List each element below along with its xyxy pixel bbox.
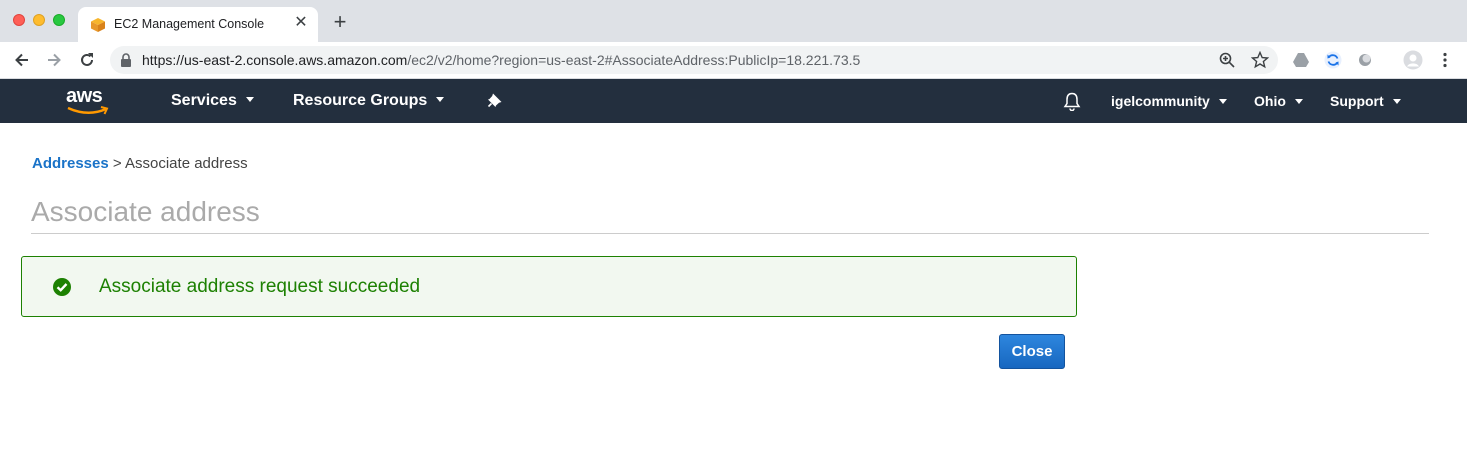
alert-message: Associate address request succeeded [99, 276, 421, 297]
chevron-down-icon [436, 97, 445, 103]
window-minimize-icon[interactable] [33, 14, 45, 26]
chevron-down-icon [245, 97, 254, 103]
resource-groups-label: Resource Groups [293, 92, 428, 109]
lock-icon [121, 53, 131, 67]
browser-tab-strip: EC2 Management Console ✕ + [0, 0, 1467, 42]
breadcrumb: Addresses > Associate address [32, 155, 248, 172]
menu-kebab-icon[interactable] [1436, 51, 1454, 69]
circle-extension-icon[interactable] [1356, 51, 1374, 69]
account-menu[interactable]: igelcommunity [1111, 93, 1227, 109]
support-label: Support [1330, 93, 1384, 109]
aws-logo[interactable]: aws [66, 85, 112, 117]
bell-icon[interactable] [1063, 92, 1081, 111]
browser-tab[interactable]: EC2 Management Console ✕ [78, 7, 318, 42]
region-menu[interactable]: Ohio [1254, 93, 1303, 109]
url-text[interactable]: https://us-east-2.console.aws.amazon.com… [142, 52, 860, 68]
browser-toolbar: https://us-east-2.console.aws.amazon.com… [0, 42, 1467, 79]
breadcrumb-current: Associate address [125, 155, 248, 172]
breadcrumb-link-addresses[interactable]: Addresses [32, 155, 109, 172]
window-close-icon[interactable] [13, 14, 25, 26]
window-maximize-icon[interactable] [53, 14, 65, 26]
aws-cube-favicon-icon [91, 18, 105, 32]
sync-extension-icon[interactable] [1324, 51, 1342, 69]
resource-groups-menu[interactable]: Resource Groups [293, 92, 445, 110]
zoom-icon[interactable] [1218, 51, 1236, 69]
tab-title: EC2 Management Console [114, 17, 265, 31]
region-label: Ohio [1254, 93, 1286, 109]
aws-smile-icon [67, 106, 109, 115]
chevron-down-icon [1392, 98, 1401, 104]
profile-avatar-icon[interactable] [1403, 50, 1423, 70]
account-label: igelcommunity [1111, 93, 1210, 109]
pin-icon[interactable] [487, 92, 503, 108]
chevron-down-icon [1218, 98, 1227, 104]
bookmark-star-icon[interactable] [1251, 51, 1269, 69]
breadcrumb-separator: > [112, 155, 122, 172]
success-alert: Associate address request succeeded [21, 256, 1077, 317]
services-menu[interactable]: Services [171, 92, 254, 110]
page-title: Associate address [31, 196, 260, 227]
title-divider [31, 233, 1429, 234]
address-bar[interactable]: https://us-east-2.console.aws.amazon.com… [110, 46, 1278, 74]
close-button[interactable]: Close [999, 334, 1065, 369]
drive-extension-icon[interactable] [1292, 51, 1310, 69]
check-circle-icon [53, 278, 71, 296]
forward-icon[interactable] [44, 50, 64, 70]
back-icon[interactable] [12, 50, 32, 70]
new-tab-icon[interactable]: + [330, 11, 350, 33]
support-menu[interactable]: Support [1330, 93, 1401, 109]
services-label: Services [171, 92, 237, 109]
aws-top-nav: aws Services Resource Groups igelcommuni… [0, 79, 1467, 123]
url-host: https://us-east-2.console.aws.amazon.com [142, 52, 408, 68]
url-path: /ec2/v2/home?region=us-east-2#AssociateA… [407, 52, 861, 68]
chevron-down-icon [1294, 98, 1303, 104]
reload-icon[interactable] [77, 50, 97, 70]
tab-close-icon[interactable]: ✕ [292, 14, 310, 32]
